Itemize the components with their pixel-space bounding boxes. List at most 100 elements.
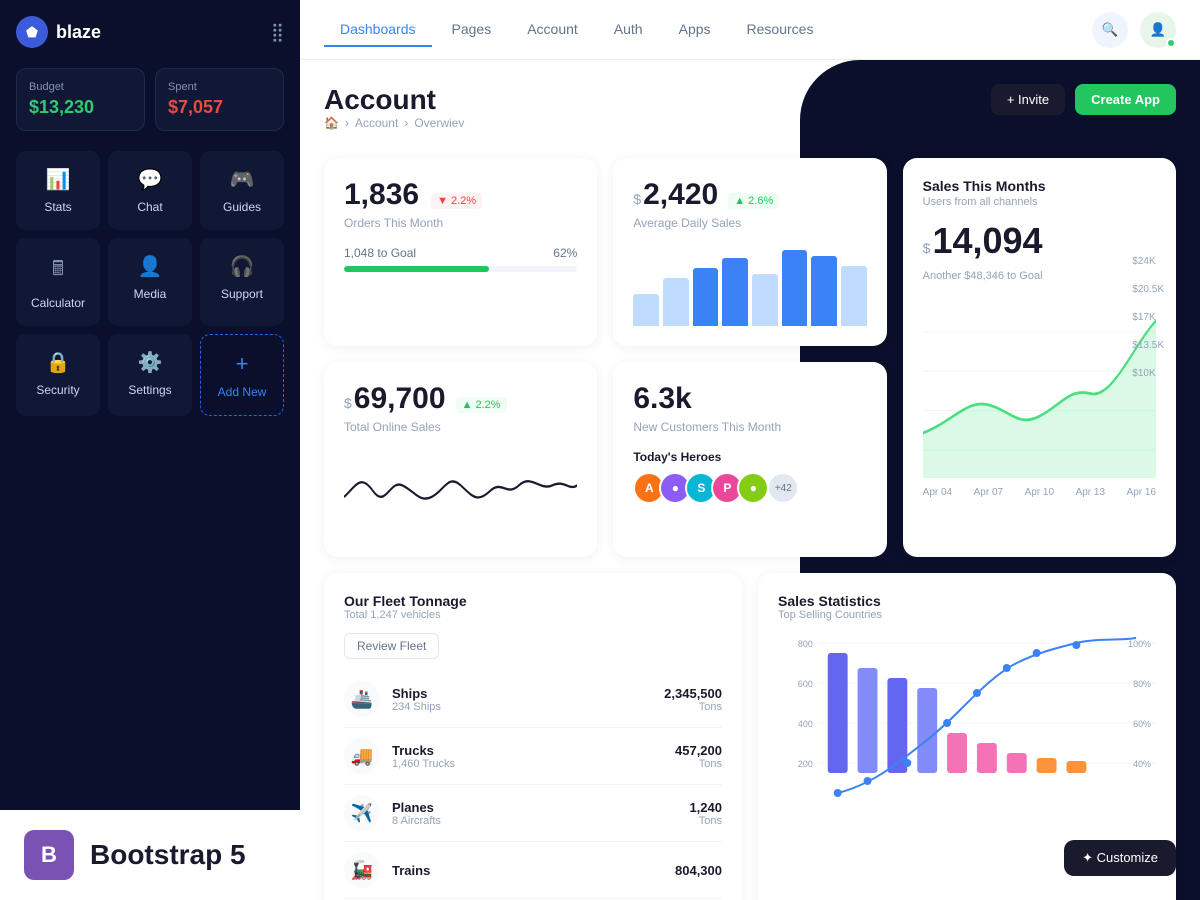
trains-name: Trains (392, 863, 430, 878)
menu-icon[interactable]: ⣿ (271, 22, 284, 43)
fleet-title: Our Fleet Tonnage (344, 593, 722, 609)
heroes-label: Today's Heroes (633, 450, 866, 464)
planes-sub: 8 Aircrafts (392, 815, 441, 827)
bar-7 (811, 256, 837, 326)
online-sales-label: Total Online Sales (344, 420, 577, 434)
fleet-row-trucks: 🚚 Trucks 1,460 Trucks 457,200 Tons (344, 728, 722, 785)
trucks-info: Trucks 1,460 Trucks (392, 743, 455, 770)
page-title-group: Account 🏠 › Account › Overwiev (324, 84, 464, 150)
fleet-row-trains: 🚂 Trains 804,300 (344, 842, 722, 899)
security-icon: 🔒 (46, 350, 71, 375)
progress-row: 1,048 to Goal 62% (344, 246, 577, 260)
sales-month-title: Sales This Months (923, 178, 1156, 194)
sidebar-header: ⬟ blaze ⣿ (16, 16, 284, 48)
avatar-button[interactable]: 👤 (1140, 12, 1176, 48)
svg-text:60%: 60% (1133, 719, 1151, 729)
invite-button[interactable]: + Invite (991, 84, 1065, 115)
breadcrumb: 🏠 › Account › Overwiev (324, 116, 464, 130)
avatars-row: A ● S P ● +42 (633, 472, 866, 504)
breadcrumb-home: 🏠 (324, 116, 339, 130)
bar-8 (841, 266, 867, 326)
review-fleet-button[interactable]: Review Fleet (344, 633, 439, 659)
avatar-icon: 👤 (1150, 22, 1167, 38)
spent-label: Spent (168, 81, 271, 93)
new-customers-value: 6.3k (633, 382, 866, 416)
orders-label: Orders This Month (344, 216, 577, 230)
y-label-2: $20.5K (1132, 276, 1164, 304)
sidebar-item-settings[interactable]: ⚙️ Settings (108, 334, 192, 416)
search-button[interactable]: 🔍 (1092, 12, 1128, 48)
budget-value: $13,230 (29, 97, 132, 118)
hero-count: +42 (767, 472, 799, 504)
sidebar-item-calculator[interactable]: 🖩 Calculator (16, 238, 100, 326)
y-label-3: $17K (1132, 304, 1164, 332)
orders-card: 1,836 ▼ 2.2% Orders This Month 1,048 to … (324, 158, 597, 346)
sidebar-item-security[interactable]: 🔒 Security (16, 334, 100, 416)
online-sales-chart (344, 462, 577, 532)
online-sales-badge: ▲ 2.2% (456, 397, 507, 413)
sales-month-value: 14,094 (932, 220, 1042, 262)
nav-auth[interactable]: Auth (598, 13, 659, 47)
trucks-name: Trucks (392, 743, 455, 758)
planes-right: 1,240 Tons (689, 800, 722, 827)
chat-icon: 💬 (138, 167, 163, 192)
trains-right: 804,300 (675, 863, 722, 878)
bar-5 (752, 274, 778, 326)
nav-apps[interactable]: Apps (663, 13, 727, 47)
heroes-section: Today's Heroes A ● S P ● +42 (633, 450, 866, 504)
y-label-4: $13.5K (1132, 332, 1164, 360)
sales-month-card: Sales This Months Users from all channel… (903, 158, 1176, 557)
sales-line-chart (923, 298, 1156, 478)
sidebar-item-add-new[interactable]: + Add New (200, 334, 284, 416)
planes-icon: ✈️ (344, 795, 380, 831)
stats-icon: 📊 (46, 167, 71, 192)
nav-dashboards[interactable]: Dashboards (324, 13, 432, 47)
sales-stats-chart: 800 600 400 200 (778, 633, 1156, 813)
nav-account[interactable]: Account (511, 13, 594, 47)
fleet-card: Our Fleet Tonnage Total 1,247 vehicles R… (324, 573, 742, 900)
sales-prefix: $ (923, 240, 931, 256)
security-label: Security (36, 383, 79, 397)
add-icon: + (236, 351, 249, 377)
sidebar-item-guides[interactable]: 🎮 Guides (200, 151, 284, 230)
progress-text: 1,048 to Goal (344, 246, 416, 260)
chat-label: Chat (137, 200, 162, 214)
sidebar-item-chat[interactable]: 💬 Chat (108, 151, 192, 230)
fleet-row-left-planes: ✈️ Planes 8 Aircrafts (344, 795, 441, 831)
media-icon: 👤 (138, 254, 163, 279)
bar-6 (782, 250, 808, 326)
create-app-button[interactable]: Create App (1075, 84, 1176, 115)
sidebar-item-support[interactable]: 🎧 Support (200, 238, 284, 326)
fleet-row-left-trucks: 🚚 Trucks 1,460 Trucks (344, 738, 455, 774)
ships-icon: 🚢 (344, 681, 380, 717)
svg-text:40%: 40% (1133, 759, 1151, 769)
x-label-5: Apr 16 (1127, 487, 1156, 498)
nav-grid: 📊 Stats 💬 Chat 🎮 Guides 🖩 Calculator 👤 M… (16, 151, 284, 416)
trucks-right: 457,200 Tons (675, 743, 722, 770)
daily-sales-chart (633, 246, 866, 326)
top-nav: Dashboards Pages Account Auth Apps Resou… (300, 0, 1200, 60)
customize-button[interactable]: ✦ Customize (1064, 840, 1176, 876)
nav-resources[interactable]: Resources (731, 13, 830, 47)
orders-value: 1,836 (344, 178, 419, 212)
trucks-unit: Tons (675, 758, 722, 770)
bar-1 (633, 294, 659, 326)
sidebar-item-stats[interactable]: 📊 Stats (16, 151, 100, 230)
x-label-4: Apr 13 (1076, 487, 1105, 498)
daily-sales-value: 2,420 (643, 178, 718, 212)
page-header: Account 🏠 › Account › Overwiev + Invite … (324, 84, 1176, 150)
planes-info: Planes 8 Aircrafts (392, 800, 441, 827)
daily-sales-badge: ▲ 2.6% (728, 193, 779, 209)
top-nav-right: 🔍 👤 (1092, 12, 1176, 48)
breadcrumb-account: Account (355, 116, 398, 130)
logo-text: blaze (56, 22, 101, 43)
nav-pages[interactable]: Pages (436, 13, 508, 47)
main-content: Dashboards Pages Account Auth Apps Resou… (300, 0, 1200, 900)
progress-bar (344, 266, 577, 272)
planes-unit: Tons (689, 815, 722, 827)
daily-sales-card: $ 2,420 ▲ 2.6% Average Daily Sales (613, 158, 886, 346)
online-prefix: $ (344, 395, 352, 411)
sidebar-item-media[interactable]: 👤 Media (108, 238, 192, 326)
calculator-icon: 🖩 (52, 254, 64, 288)
logo-area: ⬟ blaze (16, 16, 101, 48)
